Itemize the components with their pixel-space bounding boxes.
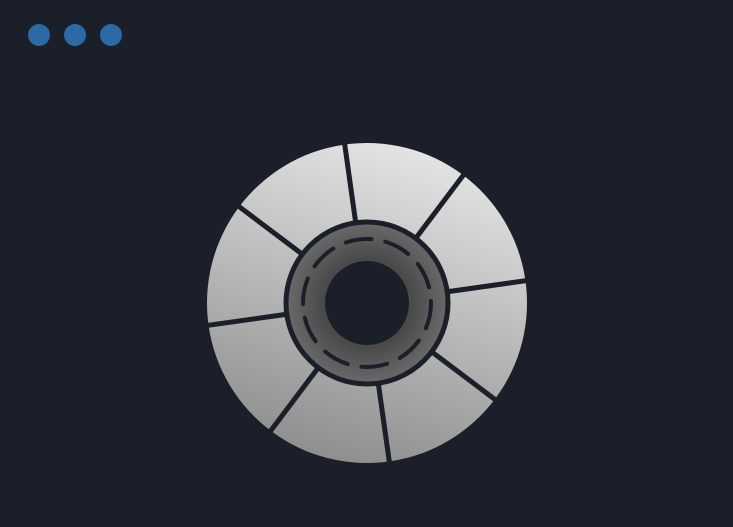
loading-spinner-wheel-icon xyxy=(204,140,530,466)
minimize-window-dot[interactable] xyxy=(64,24,86,46)
maximize-window-dot[interactable] xyxy=(100,24,122,46)
close-window-dot[interactable] xyxy=(28,24,50,46)
window-controls xyxy=(28,24,122,46)
app-window xyxy=(0,0,733,527)
spinner-wheel xyxy=(200,136,534,470)
wheel-center-hole xyxy=(325,261,409,345)
